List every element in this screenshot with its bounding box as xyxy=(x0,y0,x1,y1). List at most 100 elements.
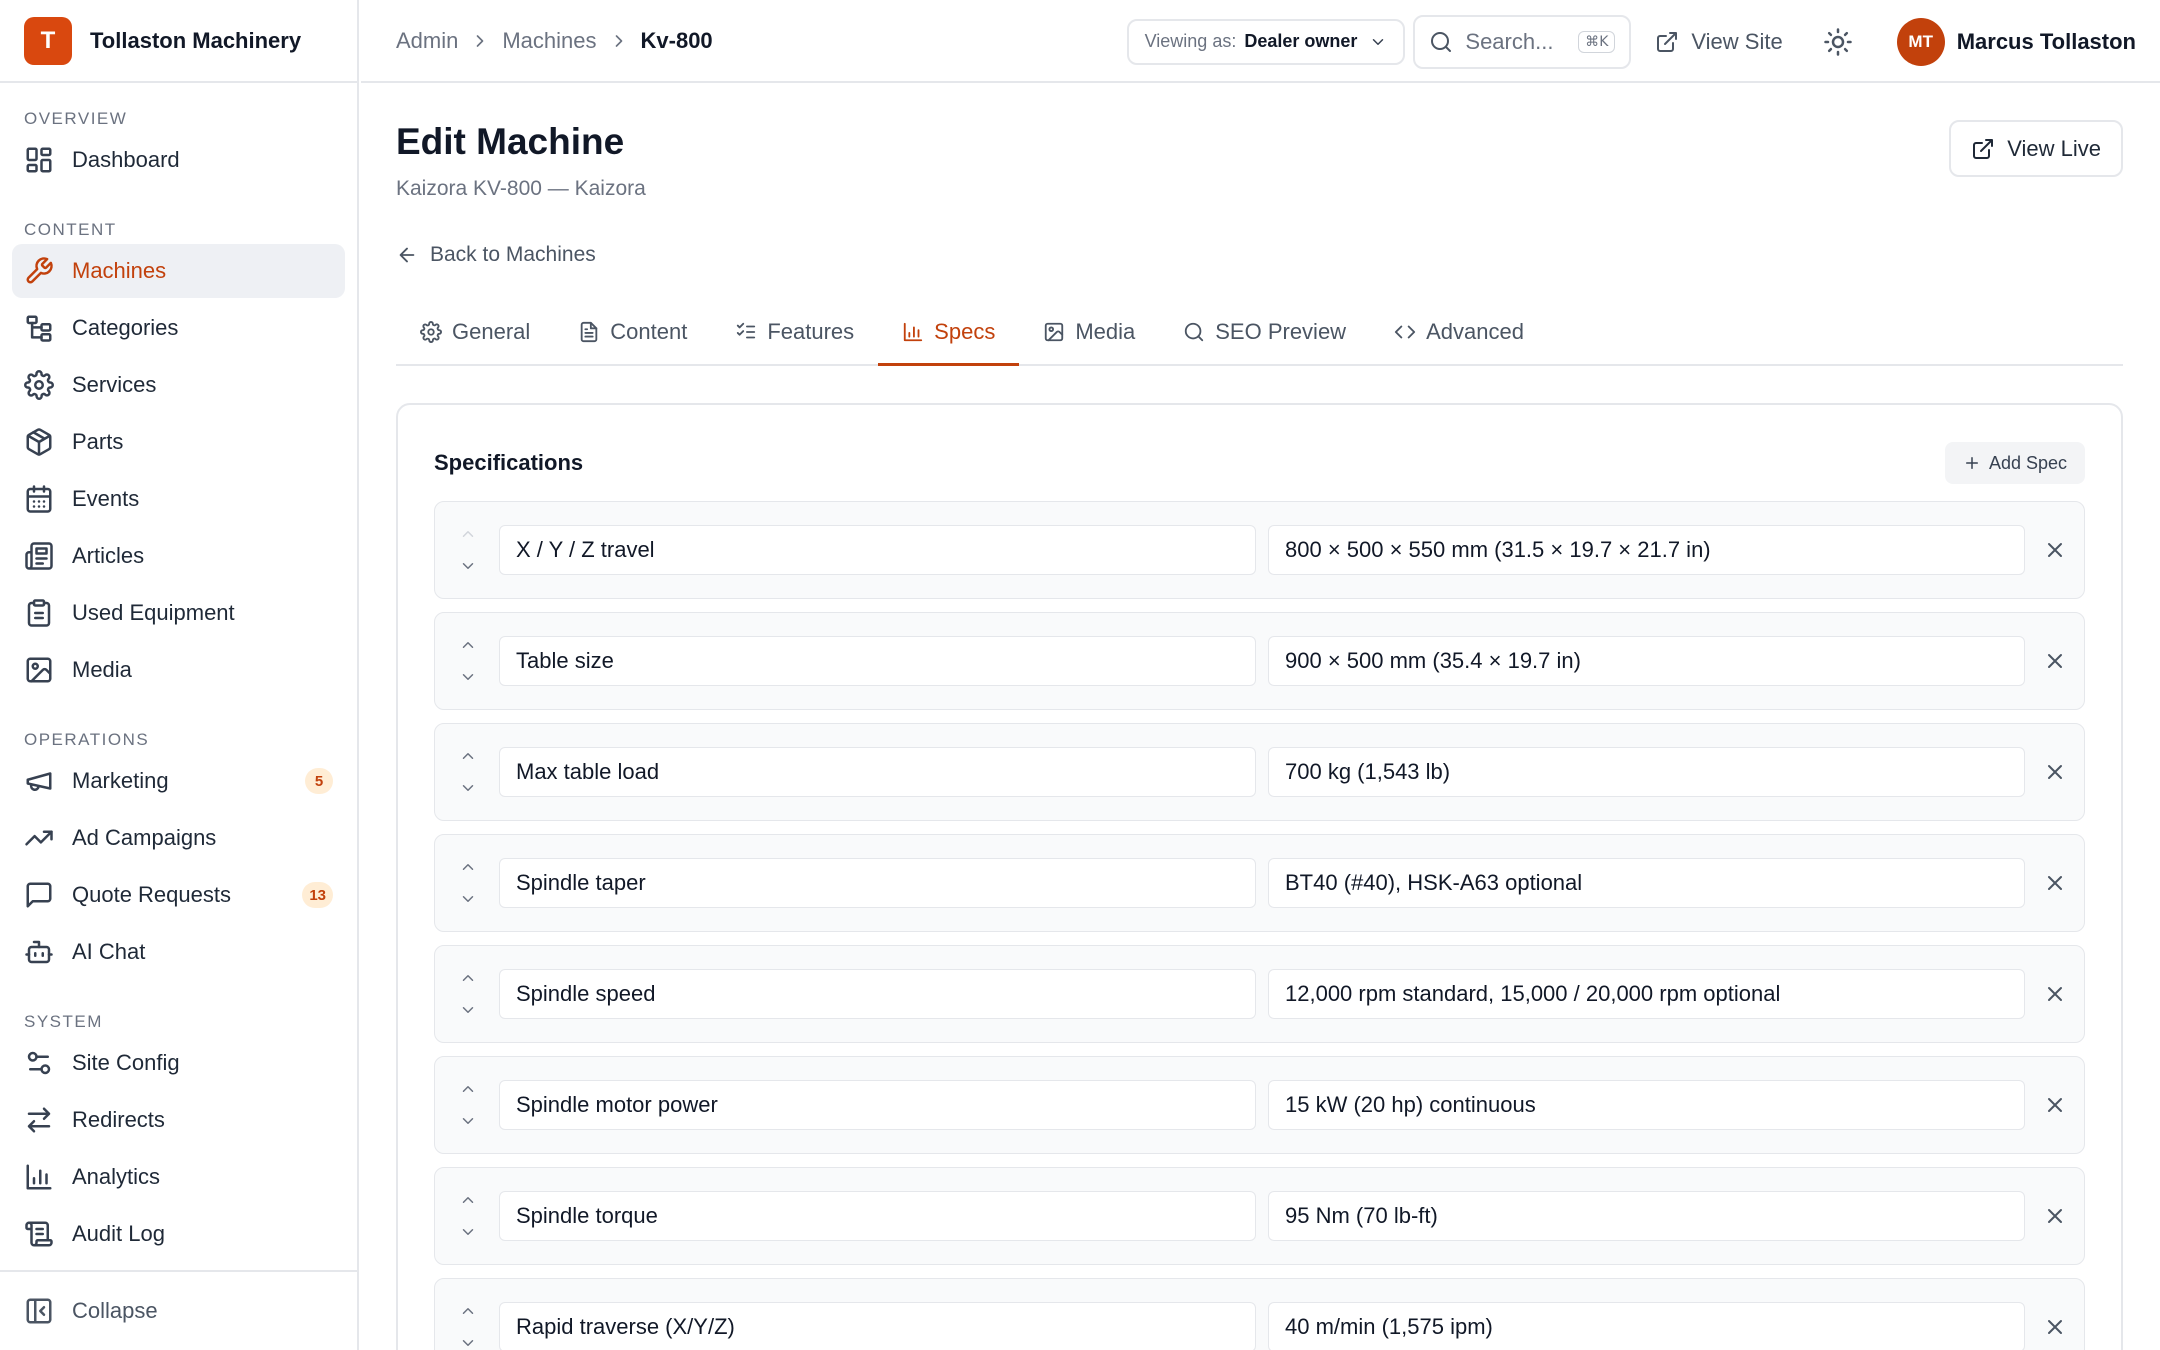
back-label: Back to Machines xyxy=(430,243,596,266)
spec-name-input[interactable] xyxy=(499,1080,1256,1130)
avatar[interactable]: MT xyxy=(1896,17,1945,66)
sidebar-item-services[interactable]: Services xyxy=(12,358,345,412)
spec-row xyxy=(434,723,2085,821)
back-to-machines-link[interactable]: Back to Machines xyxy=(396,243,596,267)
viewing-as-value: Dealer owner xyxy=(1244,31,1358,51)
search-input[interactable]: Search... ⌘K xyxy=(1413,14,1632,69)
chevron-up-icon[interactable] xyxy=(459,969,477,987)
spec-value-input[interactable] xyxy=(1268,969,2025,1019)
tab-content[interactable]: Content xyxy=(554,299,711,364)
specifications-title: Specifications xyxy=(434,450,584,475)
chevron-up-icon[interactable] xyxy=(459,1191,477,1209)
scroll-icon xyxy=(25,1221,53,1247)
brand-name: Tollaston Machinery xyxy=(90,27,302,53)
chevron-down-icon[interactable] xyxy=(459,1334,477,1350)
sidebar-item-audit-log[interactable]: Audit Log xyxy=(12,1207,345,1261)
sidebar-item-parts[interactable]: Parts xyxy=(12,415,345,469)
chevron-up-icon[interactable] xyxy=(459,636,477,654)
spec-value-input[interactable] xyxy=(1268,1080,2025,1130)
close-icon[interactable] xyxy=(2043,649,2067,673)
spec-name-input[interactable] xyxy=(499,747,1256,797)
spec-name-input[interactable] xyxy=(499,525,1256,575)
sidebar-item-site-config[interactable]: Site Config xyxy=(12,1036,345,1090)
close-icon[interactable] xyxy=(2043,871,2067,895)
sidebar-item-label: Marketing xyxy=(72,768,169,793)
chevron-down-icon[interactable] xyxy=(459,779,477,797)
chevron-up-icon[interactable] xyxy=(459,858,477,876)
search-placeholder: Search... xyxy=(1465,28,1554,54)
chevron-up-icon[interactable] xyxy=(459,747,477,765)
spec-name-input[interactable] xyxy=(499,1302,1256,1350)
sidebar-item-label: Redirects xyxy=(72,1107,165,1132)
view-site-link[interactable]: View Site xyxy=(1655,29,1783,55)
reorder-controls xyxy=(457,1191,479,1241)
tab-media[interactable]: Media xyxy=(1019,299,1159,364)
collapse-sidebar-button[interactable]: Collapse xyxy=(0,1270,357,1350)
sidebar-item-analytics[interactable]: Analytics xyxy=(12,1150,345,1204)
chevron-down-icon[interactable] xyxy=(459,890,477,908)
tab-features[interactable]: Features xyxy=(711,299,878,364)
spec-name-input[interactable] xyxy=(499,858,1256,908)
view-live-button[interactable]: View Live xyxy=(1949,120,2123,177)
spec-value-input[interactable] xyxy=(1268,747,2025,797)
clipboard-icon xyxy=(27,599,51,627)
chevron-down-icon[interactable] xyxy=(459,668,477,686)
collapse-label: Collapse xyxy=(72,1298,158,1323)
brand[interactable]: T Tollaston Machinery xyxy=(0,0,357,83)
sidebar-item-redirects[interactable]: Redirects xyxy=(12,1093,345,1147)
close-icon[interactable] xyxy=(2043,982,2067,1006)
sidebar-item-marketing[interactable]: Marketing 5 xyxy=(12,754,345,808)
sun-icon[interactable] xyxy=(1823,27,1853,57)
breadcrumb-admin[interactable]: Admin xyxy=(396,28,458,54)
sidebar-item-label: Articles xyxy=(72,543,145,568)
spec-value-input[interactable] xyxy=(1268,525,2025,575)
tab-advanced[interactable]: Advanced xyxy=(1370,299,1548,364)
sidebar-item-quote-requests[interactable]: Quote Requests 13 xyxy=(12,868,345,922)
sidebar-item-dashboard[interactable]: Dashboard xyxy=(12,133,345,187)
add-spec-button[interactable]: Add Spec xyxy=(1944,442,2085,484)
sidebar-item-media[interactable]: Media xyxy=(12,643,345,697)
breadcrumb-machines[interactable]: Machines xyxy=(502,28,596,54)
close-icon[interactable] xyxy=(2043,538,2067,562)
chevron-up-icon[interactable] xyxy=(459,1302,477,1320)
user-name[interactable]: Marcus Tollaston xyxy=(1957,29,2136,55)
tab-specs[interactable]: Specs xyxy=(878,299,1020,366)
sidebar-item-ai-chat[interactable]: AI Chat xyxy=(12,925,345,979)
spec-name-input[interactable] xyxy=(499,636,1256,686)
chevron-up-icon[interactable] xyxy=(459,525,477,543)
spec-name-input[interactable] xyxy=(499,969,1256,1019)
image-icon xyxy=(1045,322,1064,341)
tab-general[interactable]: General xyxy=(396,299,554,364)
sidebar-item-articles[interactable]: Articles xyxy=(12,529,345,583)
sidebar-item-label: Parts xyxy=(72,429,124,454)
spec-value-input[interactable] xyxy=(1268,636,2025,686)
sidebar-item-label: Quote Requests xyxy=(72,882,231,907)
viewing-as-select[interactable]: Viewing as: Dealer owner xyxy=(1126,18,1406,65)
close-icon[interactable] xyxy=(2043,1315,2067,1339)
chevron-down-icon[interactable] xyxy=(459,1001,477,1019)
sidebar-item-events[interactable]: Events xyxy=(12,472,345,526)
spec-row xyxy=(434,612,2085,710)
chevron-down-icon[interactable] xyxy=(459,1223,477,1241)
tab-label: Content xyxy=(610,318,688,344)
spec-value-input[interactable] xyxy=(1268,1302,2025,1350)
chevron-down-icon[interactable] xyxy=(459,557,477,575)
tab-label: Advanced xyxy=(1426,318,1524,344)
tab-seo-preview[interactable]: SEO Preview xyxy=(1159,299,1370,364)
sidebar-item-categories[interactable]: Categories xyxy=(12,301,345,355)
close-icon[interactable] xyxy=(2043,1093,2067,1117)
close-icon[interactable] xyxy=(2043,1204,2067,1228)
sidebar-item-used-equipment[interactable]: Used Equipment xyxy=(12,586,345,640)
sidebar-item-label: Services xyxy=(72,372,157,397)
sidebar-item-machines[interactable]: Machines xyxy=(12,244,345,298)
sidebar-item-ad-campaigns[interactable]: Ad Campaigns xyxy=(12,811,345,865)
reorder-controls xyxy=(457,1080,479,1130)
spec-name-input[interactable] xyxy=(499,1191,1256,1241)
spec-value-input[interactable] xyxy=(1268,1191,2025,1241)
spec-row xyxy=(434,945,2085,1043)
chevron-up-icon[interactable] xyxy=(459,1080,477,1098)
breadcrumb-current: Kv-800 xyxy=(640,27,713,53)
spec-value-input[interactable] xyxy=(1268,858,2025,908)
chevron-down-icon[interactable] xyxy=(459,1112,477,1130)
close-icon[interactable] xyxy=(2043,760,2067,784)
